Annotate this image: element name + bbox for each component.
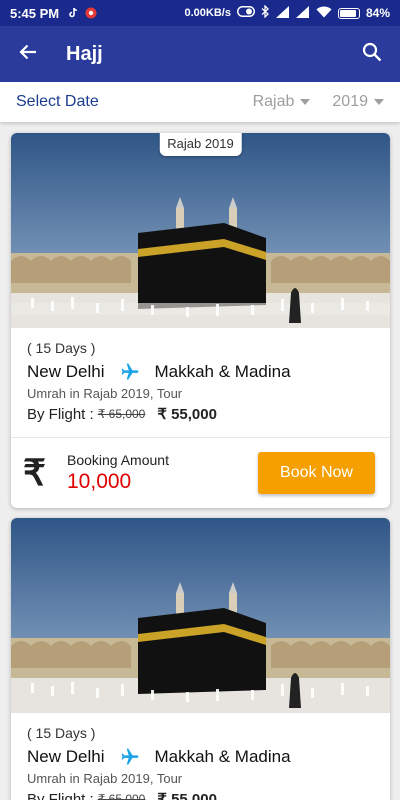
select-date-label[interactable]: Select Date (16, 93, 99, 111)
page-title: Hajj (66, 42, 103, 65)
package-card[interactable]: Rajab 2019 ( 15 Days ) New Delhi Makkah … (11, 133, 390, 508)
signal-icon (275, 5, 290, 21)
battery-percent: 84% (365, 6, 390, 20)
chevron-down-icon (374, 99, 384, 105)
app-notification-icon (85, 7, 97, 19)
status-bar: 5:45 PM 0.00KB/s 84% (0, 0, 400, 26)
kaaba-photo (11, 518, 390, 713)
origin-city: New Delhi (27, 747, 105, 766)
new-price: ₹ 55,000 (157, 791, 217, 800)
package-details: ( 15 Days ) New Delhi Makkah & Madina Um… (11, 328, 390, 423)
toggle-icon (236, 6, 255, 20)
travel-mode: By Flight : (27, 790, 94, 800)
package-details: ( 15 Days ) New Delhi Makkah & Madina Um… (11, 713, 390, 800)
route: New Delhi Makkah & Madina (27, 362, 374, 382)
new-price: ₹ 55,000 (157, 406, 217, 423)
booking-amount-label: Booking Amount (67, 452, 169, 468)
booking-section: ₹ Booking Amount 10,000 Book Now (11, 438, 390, 494)
destination-city: Makkah & Madina (154, 747, 291, 766)
airplane-icon (120, 747, 140, 767)
package-subtitle: Umrah in Rajab 2019, Tour (27, 771, 183, 786)
arrow-left-icon (19, 43, 37, 66)
network-speed: 0.00KB/s (184, 7, 231, 19)
duration-label: ( 15 Days ) (27, 340, 96, 356)
package-subtitle: Umrah in Rajab 2019, Tour (27, 386, 183, 401)
month-dropdown[interactable]: Rajab (253, 93, 311, 111)
pricing: By Flight : ₹ 65,000 ₹ 55,000 (27, 790, 374, 800)
chevron-down-icon (300, 99, 311, 105)
origin-city: New Delhi (27, 362, 105, 381)
destination-city: Makkah & Madina (154, 362, 291, 381)
volte-icon (295, 6, 310, 20)
period-tag: Rajab 2019 (159, 133, 242, 156)
route: New Delhi Makkah & Madina (27, 747, 374, 767)
status-time: 5:45 PM (10, 5, 60, 21)
book-now-button[interactable]: Book Now (258, 452, 375, 494)
filter-bar: Select Date Rajab 2019 (0, 82, 400, 122)
rupee-icon: ₹ (23, 452, 46, 493)
year-dropdown[interactable]: 2019 (332, 93, 384, 111)
tiktok-notification-icon (67, 7, 79, 19)
kaaba-photo: Rajab 2019 (11, 133, 390, 328)
search-button[interactable] (344, 26, 400, 82)
old-price: ₹ 65,000 (97, 792, 146, 800)
bluetooth-icon (261, 4, 270, 21)
back-button[interactable] (0, 26, 56, 82)
pricing: By Flight : ₹ 65,000 ₹ 55,000 (27, 405, 374, 424)
month-value: Rajab (252, 93, 295, 110)
airplane-icon (120, 362, 140, 382)
booking-amount-block: Booking Amount 10,000 (67, 452, 169, 494)
app-bar: Hajj (0, 26, 400, 82)
year-value: 2019 (332, 93, 368, 110)
battery-icon (337, 7, 360, 19)
package-card[interactable]: ( 15 Days ) New Delhi Makkah & Madina Um… (11, 518, 390, 800)
old-price: ₹ 65,000 (97, 407, 146, 421)
search-icon (362, 42, 382, 67)
duration-label: ( 15 Days ) (27, 725, 96, 741)
booking-amount-value: 10,000 (67, 470, 132, 493)
travel-mode: By Flight : (27, 405, 94, 423)
wifi-icon (316, 6, 332, 21)
